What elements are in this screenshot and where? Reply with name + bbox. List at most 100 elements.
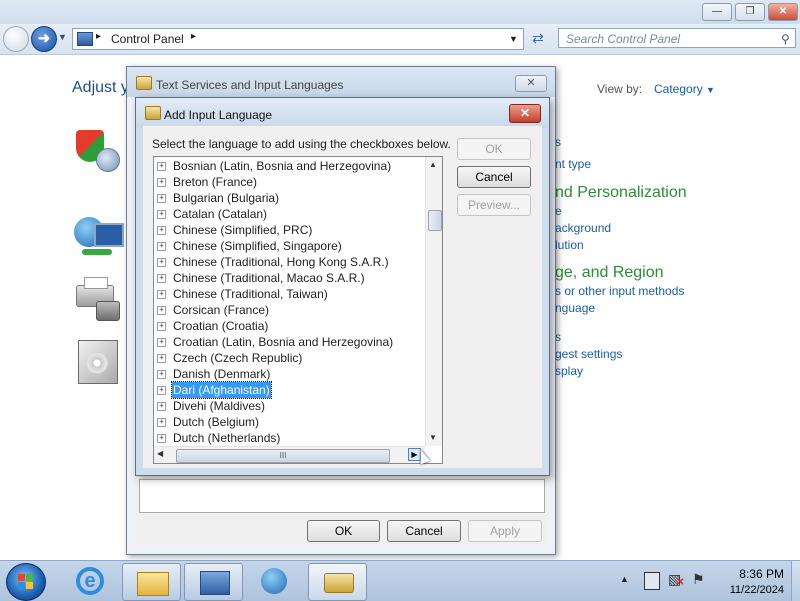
- address-dropdown-icon[interactable]: ▼: [509, 34, 518, 44]
- language-row[interactable]: + Croatian (Croatia): [154, 318, 424, 334]
- network-taskbar-button[interactable]: [246, 563, 303, 599]
- vertical-scroll-thumb[interactable]: [428, 210, 442, 231]
- network-internet-icon[interactable]: [74, 215, 124, 259]
- language-row[interactable]: + Danish (Denmark): [154, 366, 424, 382]
- add-input-language-dialog: Add Input Language ✕ Select the language…: [135, 97, 550, 476]
- ok-button[interactable]: OK: [307, 520, 380, 542]
- expand-plus-icon[interactable]: +: [157, 274, 166, 283]
- language-row[interactable]: + Corsican (France): [154, 302, 424, 318]
- expand-plus-icon[interactable]: +: [157, 434, 166, 443]
- scroll-up-icon[interactable]: ▲: [429, 160, 437, 169]
- language-row[interactable]: + Dutch (Belgium): [154, 414, 424, 430]
- language-row[interactable]: + Croatian (Latin, Bosnia and Herzegovina…: [154, 334, 424, 350]
- forward-button[interactable]: ➜: [31, 26, 57, 52]
- language-row[interactable]: + Breton (France): [154, 174, 424, 190]
- language-row[interactable]: + Chinese (Traditional, Taiwan): [154, 286, 424, 302]
- language-row[interactable]: + Chinese (Traditional, Hong Kong S.A.R.): [154, 254, 424, 270]
- breadcrumb-chevron-icon[interactable]: ▸: [191, 31, 196, 42]
- add-language-body: Select the language to add using the che…: [143, 126, 542, 468]
- category-link-input-methods[interactable]: s or other input methods: [555, 284, 684, 298]
- internet-explorer-taskbar-button[interactable]: e: [62, 563, 119, 599]
- explorer-taskbar-button[interactable]: [122, 563, 181, 601]
- installed-services-panel: [139, 479, 545, 513]
- category-link-font-type[interactable]: nt type: [555, 157, 591, 171]
- language-row[interactable]: + Catalan (Catalan): [154, 206, 424, 222]
- view-by-label: View by:: [597, 82, 643, 96]
- language-row[interactable]: + Chinese (Simplified, Singapore): [154, 238, 424, 254]
- expand-plus-icon[interactable]: +: [157, 354, 166, 363]
- expand-plus-icon[interactable]: +: [157, 418, 166, 427]
- expand-plus-icon[interactable]: +: [157, 290, 166, 299]
- category-link-display-language[interactable]: nguage: [555, 301, 595, 315]
- expand-plus-icon[interactable]: +: [157, 162, 166, 171]
- expand-plus-icon[interactable]: +: [157, 322, 166, 331]
- expand-plus-icon[interactable]: +: [157, 338, 166, 347]
- recent-pages-chevron-icon[interactable]: ▼: [58, 32, 67, 42]
- horizontal-scroll-thumb[interactable]: III: [176, 449, 390, 463]
- expand-plus-icon[interactable]: +: [157, 194, 166, 203]
- language-row[interactable]: + Bosnian (Latin, Bosnia and Herzegovina): [154, 158, 424, 174]
- expand-plus-icon[interactable]: +: [157, 258, 166, 267]
- category-heading-clock-language-region[interactable]: ge, and Region: [555, 264, 664, 282]
- scroll-down-icon[interactable]: ▼: [429, 433, 437, 442]
- text-services-close-button[interactable]: ✕: [515, 75, 547, 92]
- search-input[interactable]: Search Control Panel ⚲: [558, 28, 796, 48]
- expand-plus-icon[interactable]: +: [157, 226, 166, 235]
- action-center-icon[interactable]: [644, 572, 660, 590]
- breadcrumb-control-panel[interactable]: Control Panel: [111, 32, 184, 46]
- title-bar: — ❐ ✕: [0, 0, 800, 24]
- ok-button[interactable]: OK: [457, 138, 531, 160]
- apply-button[interactable]: Apply: [468, 520, 542, 542]
- hardware-sound-icon[interactable]: [74, 275, 120, 321]
- clock-date[interactable]: 11/22/2024: [714, 584, 784, 596]
- category-link-optimize-display[interactable]: splay: [555, 364, 583, 378]
- language-tree-list[interactable]: + Bosnian (Latin, Bosnia and Herzegovina)…: [153, 156, 443, 464]
- cancel-button[interactable]: Cancel: [457, 166, 531, 188]
- expand-plus-icon[interactable]: +: [157, 210, 166, 219]
- text-services-taskbar-button[interactable]: [308, 563, 367, 601]
- address-bar[interactable]: ▸ Control Panel ▸ ▼: [72, 28, 524, 50]
- flag-icon[interactable]: ⚑: [692, 571, 705, 588]
- category-link-desktop-background[interactable]: ackground: [555, 221, 611, 235]
- breadcrumb-chevron-icon[interactable]: ▸: [96, 31, 101, 42]
- back-button[interactable]: [3, 26, 29, 52]
- start-button[interactable]: [6, 563, 46, 601]
- cancel-button[interactable]: Cancel: [387, 520, 461, 542]
- language-row[interactable]: + Dutch (Netherlands): [154, 430, 424, 446]
- search-icon[interactable]: ⚲: [781, 29, 790, 49]
- language-row[interactable]: + Dari (Afghanistan): [154, 381, 424, 399]
- close-button[interactable]: ✕: [509, 104, 541, 123]
- expand-plus-icon[interactable]: +: [157, 386, 166, 395]
- horizontal-scrollbar[interactable]: ◀ III ▶: [154, 446, 425, 463]
- language-row[interactable]: + Divehi (Maldives): [154, 398, 424, 414]
- language-row[interactable]: + Chinese (Simplified, PRC): [154, 222, 424, 238]
- programs-icon[interactable]: [76, 338, 120, 384]
- preview-button[interactable]: Preview...: [457, 194, 531, 216]
- close-button[interactable]: ✕: [768, 3, 798, 21]
- expand-plus-icon[interactable]: +: [157, 242, 166, 251]
- language-label: Catalan (Catalan): [173, 207, 268, 221]
- control-panel-taskbar-button[interactable]: [184, 563, 243, 601]
- show-hidden-icons-button[interactable]: ▲: [620, 574, 629, 584]
- language-row[interactable]: + Czech (Czech Republic): [154, 350, 424, 366]
- show-desktop-button[interactable]: [791, 561, 800, 601]
- category-link-screen-resolution[interactable]: lution: [555, 238, 584, 252]
- maximize-button[interactable]: ❐: [735, 3, 765, 21]
- minimize-button[interactable]: —: [702, 3, 732, 21]
- language-label: Dutch (Belgium): [173, 415, 260, 429]
- language-row[interactable]: + Chinese (Traditional, Macao S.A.R.): [154, 270, 424, 286]
- category-link-theme[interactable]: e: [555, 204, 562, 218]
- refresh-icon[interactable]: ⇄: [527, 28, 549, 48]
- expand-plus-icon[interactable]: +: [157, 402, 166, 411]
- expand-plus-icon[interactable]: +: [157, 306, 166, 315]
- expand-plus-icon[interactable]: +: [157, 370, 166, 379]
- view-by-dropdown[interactable]: Category ▼: [654, 82, 715, 96]
- expand-plus-icon[interactable]: +: [157, 178, 166, 187]
- system-security-icon[interactable]: [74, 128, 120, 176]
- category-heading-appearance[interactable]: nd Personalization: [555, 184, 687, 202]
- vertical-scrollbar[interactable]: ▲ ▼: [425, 157, 442, 446]
- category-link-suggest-settings[interactable]: gest settings: [555, 347, 622, 361]
- scroll-left-icon[interactable]: ◀: [157, 449, 163, 458]
- language-row[interactable]: + Bulgarian (Bulgaria): [154, 190, 424, 206]
- clock-time[interactable]: 8:36 PM: [724, 567, 784, 581]
